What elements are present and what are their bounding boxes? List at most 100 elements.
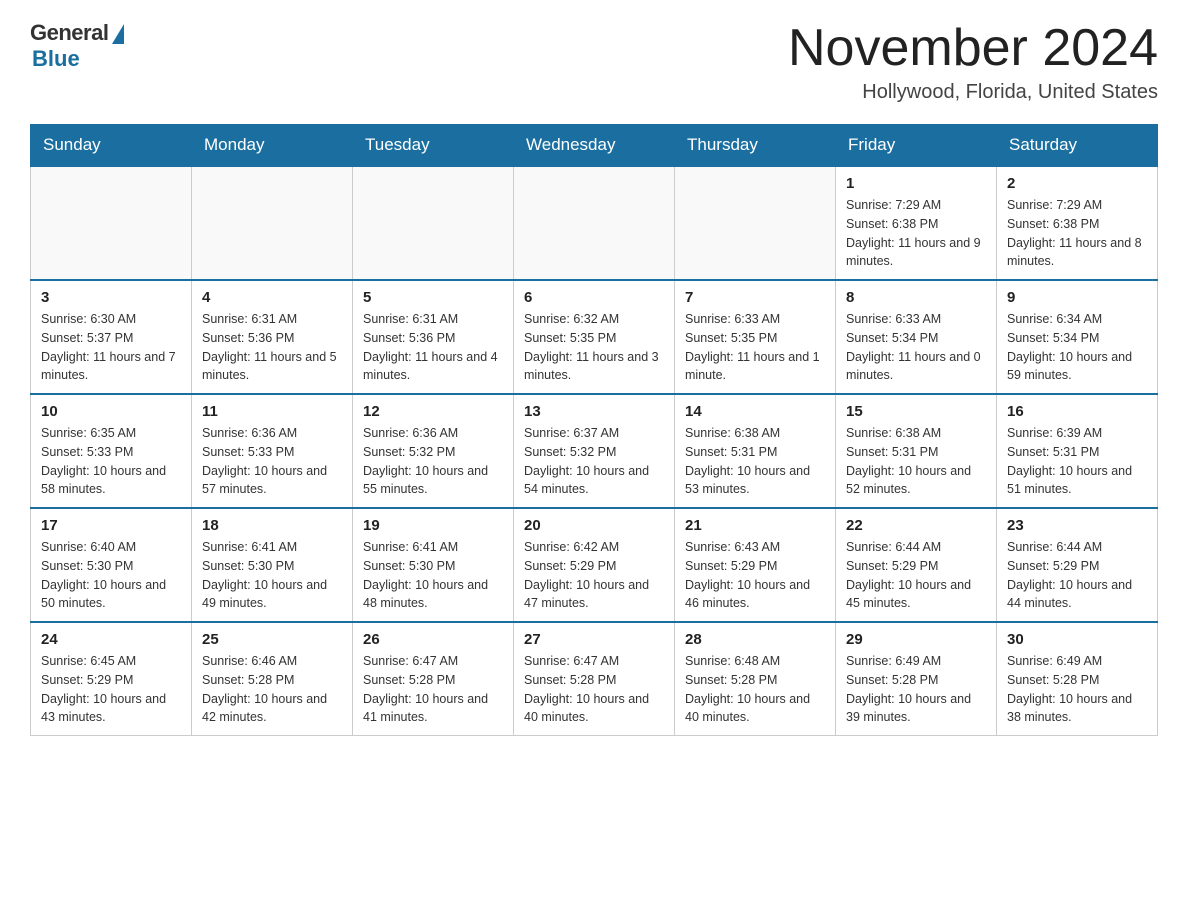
calendar-day-cell: 3 Sunrise: 6:30 AM Sunset: 5:37 PM Daylig… xyxy=(31,280,192,394)
calendar-day-cell: 22 Sunrise: 6:44 AM Sunset: 5:29 PM Dayli… xyxy=(836,508,997,622)
calendar-day-cell: 18 Sunrise: 6:41 AM Sunset: 5:30 PM Dayli… xyxy=(192,508,353,622)
day-info: Sunrise: 6:40 AM Sunset: 5:30 PM Dayligh… xyxy=(41,538,181,613)
day-info: Sunrise: 6:47 AM Sunset: 5:28 PM Dayligh… xyxy=(524,652,664,727)
calendar-day-cell: 14Sunrise: 6:38 AM Sunset: 5:31 PM Dayli… xyxy=(675,394,836,508)
day-number: 11 xyxy=(202,403,342,420)
day-info: Sunrise: 6:43 AM Sunset: 5:29 PM Dayligh… xyxy=(685,538,825,613)
calendar-day-cell: 9 Sunrise: 6:34 AM Sunset: 5:34 PM Daylig… xyxy=(997,280,1158,394)
calendar-day-cell: 29Sunrise: 6:49 AM Sunset: 5:28 PM Dayli… xyxy=(836,622,997,736)
day-number: 29 xyxy=(846,631,986,648)
day-info: Sunrise: 6:37 AM Sunset: 5:32 PM Dayligh… xyxy=(524,424,664,499)
day-number: 2 xyxy=(1007,175,1147,192)
month-title: November 2024 xyxy=(788,20,1158,77)
day-number: 25 xyxy=(202,631,342,648)
calendar-day-cell: 30 Sunrise: 6:49 AM Sunset: 5:28 PM Dayli… xyxy=(997,622,1158,736)
day-info: Sunrise: 6:31 AM Sunset: 5:36 PM Dayligh… xyxy=(202,310,342,385)
day-info: Sunrise: 6:42 AM Sunset: 5:29 PM Dayligh… xyxy=(524,538,664,613)
calendar-day-cell: 10 Sunrise: 6:35 AM Sunset: 5:33 PM Dayli… xyxy=(31,394,192,508)
day-of-week-header: Monday xyxy=(192,125,353,167)
calendar-week-row: 24 Sunrise: 6:45 AM Sunset: 5:29 PM Dayli… xyxy=(31,622,1158,736)
calendar-day-cell: 11Sunrise: 6:36 AM Sunset: 5:33 PM Dayli… xyxy=(192,394,353,508)
page-header: General Blue November 2024 Hollywood, Fl… xyxy=(30,20,1158,104)
day-info: Sunrise: 6:36 AM Sunset: 5:32 PM Dayligh… xyxy=(363,424,503,499)
day-info: Sunrise: 6:30 AM Sunset: 5:37 PM Dayligh… xyxy=(41,310,181,385)
day-number: 5 xyxy=(363,289,503,306)
calendar-day-cell: 4 Sunrise: 6:31 AM Sunset: 5:36 PM Daylig… xyxy=(192,280,353,394)
calendar-day-cell xyxy=(675,166,836,280)
location-text: Hollywood, Florida, United States xyxy=(788,81,1158,104)
logo-general-text: General xyxy=(30,20,108,46)
calendar-week-row: 17 Sunrise: 6:40 AM Sunset: 5:30 PM Dayli… xyxy=(31,508,1158,622)
day-number: 20 xyxy=(524,517,664,534)
day-of-week-header: Tuesday xyxy=(353,125,514,167)
day-info: Sunrise: 7:29 AM Sunset: 6:38 PM Dayligh… xyxy=(1007,196,1147,271)
day-number: 27 xyxy=(524,631,664,648)
day-number: 30 xyxy=(1007,631,1147,648)
calendar-header-row: SundayMondayTuesdayWednesdayThursdayFrid… xyxy=(31,125,1158,167)
day-of-week-header: Friday xyxy=(836,125,997,167)
calendar-day-cell: 24 Sunrise: 6:45 AM Sunset: 5:29 PM Dayli… xyxy=(31,622,192,736)
day-number: 4 xyxy=(202,289,342,306)
day-number: 7 xyxy=(685,289,825,306)
calendar-day-cell: 19Sunrise: 6:41 AM Sunset: 5:30 PM Dayli… xyxy=(353,508,514,622)
day-info: Sunrise: 6:34 AM Sunset: 5:34 PM Dayligh… xyxy=(1007,310,1147,385)
calendar-day-cell xyxy=(353,166,514,280)
day-number: 16 xyxy=(1007,403,1147,420)
day-number: 17 xyxy=(41,517,181,534)
day-number: 28 xyxy=(685,631,825,648)
day-of-week-header: Saturday xyxy=(997,125,1158,167)
day-number: 23 xyxy=(1007,517,1147,534)
day-number: 9 xyxy=(1007,289,1147,306)
day-of-week-header: Sunday xyxy=(31,125,192,167)
calendar-table: SundayMondayTuesdayWednesdayThursdayFrid… xyxy=(30,124,1158,736)
day-info: Sunrise: 6:31 AM Sunset: 5:36 PM Dayligh… xyxy=(363,310,503,385)
calendar-day-cell: 17 Sunrise: 6:40 AM Sunset: 5:30 PM Dayli… xyxy=(31,508,192,622)
day-info: Sunrise: 6:33 AM Sunset: 5:35 PM Dayligh… xyxy=(685,310,825,385)
calendar-day-cell: 6Sunrise: 6:32 AM Sunset: 5:35 PM Daylig… xyxy=(514,280,675,394)
logo-triangle-icon xyxy=(112,24,124,44)
calendar-day-cell xyxy=(31,166,192,280)
day-of-week-header: Wednesday xyxy=(514,125,675,167)
day-number: 22 xyxy=(846,517,986,534)
day-info: Sunrise: 6:44 AM Sunset: 5:29 PM Dayligh… xyxy=(1007,538,1147,613)
calendar-day-cell: 26Sunrise: 6:47 AM Sunset: 5:28 PM Dayli… xyxy=(353,622,514,736)
day-info: Sunrise: 6:41 AM Sunset: 5:30 PM Dayligh… xyxy=(202,538,342,613)
day-number: 18 xyxy=(202,517,342,534)
logo-blue-text: Blue xyxy=(32,46,80,72)
day-number: 3 xyxy=(41,289,181,306)
day-info: Sunrise: 6:38 AM Sunset: 5:31 PM Dayligh… xyxy=(846,424,986,499)
day-number: 6 xyxy=(524,289,664,306)
calendar-week-row: 3 Sunrise: 6:30 AM Sunset: 5:37 PM Daylig… xyxy=(31,280,1158,394)
day-info: Sunrise: 7:29 AM Sunset: 6:38 PM Dayligh… xyxy=(846,196,986,271)
calendar-day-cell: 2 Sunrise: 7:29 AM Sunset: 6:38 PM Daylig… xyxy=(997,166,1158,280)
calendar-day-cell: 23 Sunrise: 6:44 AM Sunset: 5:29 PM Dayli… xyxy=(997,508,1158,622)
calendar-day-cell: 28 Sunrise: 6:48 AM Sunset: 5:28 PM Dayli… xyxy=(675,622,836,736)
day-of-week-header: Thursday xyxy=(675,125,836,167)
day-info: Sunrise: 6:39 AM Sunset: 5:31 PM Dayligh… xyxy=(1007,424,1147,499)
calendar-week-row: 10 Sunrise: 6:35 AM Sunset: 5:33 PM Dayli… xyxy=(31,394,1158,508)
calendar-day-cell: 1Sunrise: 7:29 AM Sunset: 6:38 PM Daylig… xyxy=(836,166,997,280)
day-info: Sunrise: 6:49 AM Sunset: 5:28 PM Dayligh… xyxy=(1007,652,1147,727)
day-info: Sunrise: 6:45 AM Sunset: 5:29 PM Dayligh… xyxy=(41,652,181,727)
day-info: Sunrise: 6:48 AM Sunset: 5:28 PM Dayligh… xyxy=(685,652,825,727)
day-info: Sunrise: 6:33 AM Sunset: 5:34 PM Dayligh… xyxy=(846,310,986,385)
calendar-day-cell: 12Sunrise: 6:36 AM Sunset: 5:32 PM Dayli… xyxy=(353,394,514,508)
logo: General Blue xyxy=(30,20,124,72)
day-info: Sunrise: 6:35 AM Sunset: 5:33 PM Dayligh… xyxy=(41,424,181,499)
day-number: 14 xyxy=(685,403,825,420)
calendar-day-cell: 5 Sunrise: 6:31 AM Sunset: 5:36 PM Daylig… xyxy=(353,280,514,394)
title-section: November 2024 Hollywood, Florida, United… xyxy=(788,20,1158,104)
day-info: Sunrise: 6:41 AM Sunset: 5:30 PM Dayligh… xyxy=(363,538,503,613)
calendar-day-cell: 20 Sunrise: 6:42 AM Sunset: 5:29 PM Dayli… xyxy=(514,508,675,622)
day-info: Sunrise: 6:47 AM Sunset: 5:28 PM Dayligh… xyxy=(363,652,503,727)
day-info: Sunrise: 6:44 AM Sunset: 5:29 PM Dayligh… xyxy=(846,538,986,613)
day-number: 10 xyxy=(41,403,181,420)
calendar-day-cell xyxy=(514,166,675,280)
calendar-day-cell: 15 Sunrise: 6:38 AM Sunset: 5:31 PM Dayli… xyxy=(836,394,997,508)
day-number: 21 xyxy=(685,517,825,534)
day-info: Sunrise: 6:46 AM Sunset: 5:28 PM Dayligh… xyxy=(202,652,342,727)
calendar-day-cell: 16 Sunrise: 6:39 AM Sunset: 5:31 PM Dayli… xyxy=(997,394,1158,508)
day-number: 24 xyxy=(41,631,181,648)
calendar-day-cell: 7 Sunrise: 6:33 AM Sunset: 5:35 PM Daylig… xyxy=(675,280,836,394)
day-number: 15 xyxy=(846,403,986,420)
